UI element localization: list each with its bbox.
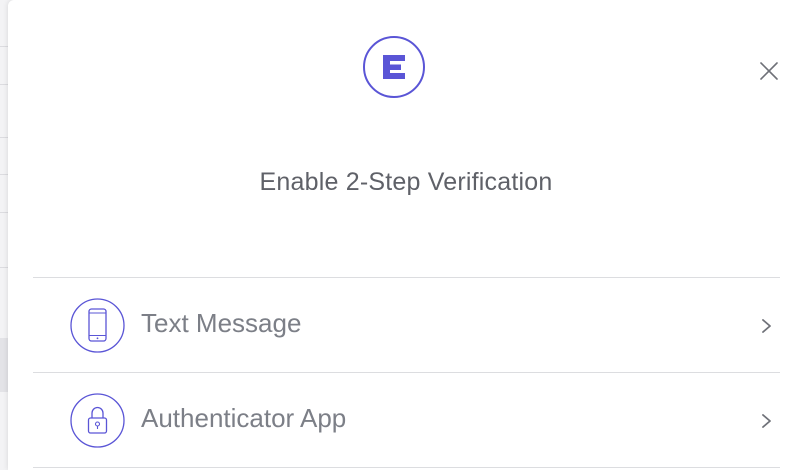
verification-options-list: Text Message Authenticator App: [33, 277, 780, 468]
smartphone-icon: [70, 298, 125, 353]
chevron-right-icon: [762, 319, 771, 333]
chevron-right-icon: [762, 414, 771, 428]
option-label: Authenticator App: [141, 403, 347, 433]
close-icon[interactable]: [756, 58, 782, 84]
two-step-verification-modal: Enable 2-Step Verification Text Message: [8, 0, 804, 470]
option-text-message[interactable]: Text Message: [33, 278, 780, 373]
lock-icon: [70, 393, 125, 448]
option-authenticator-app[interactable]: Authenticator App: [33, 373, 780, 468]
brand-e-logo-icon: [363, 36, 425, 98]
option-label: Text Message: [141, 308, 302, 338]
modal-title: Enable 2-Step Verification: [259, 168, 553, 196]
